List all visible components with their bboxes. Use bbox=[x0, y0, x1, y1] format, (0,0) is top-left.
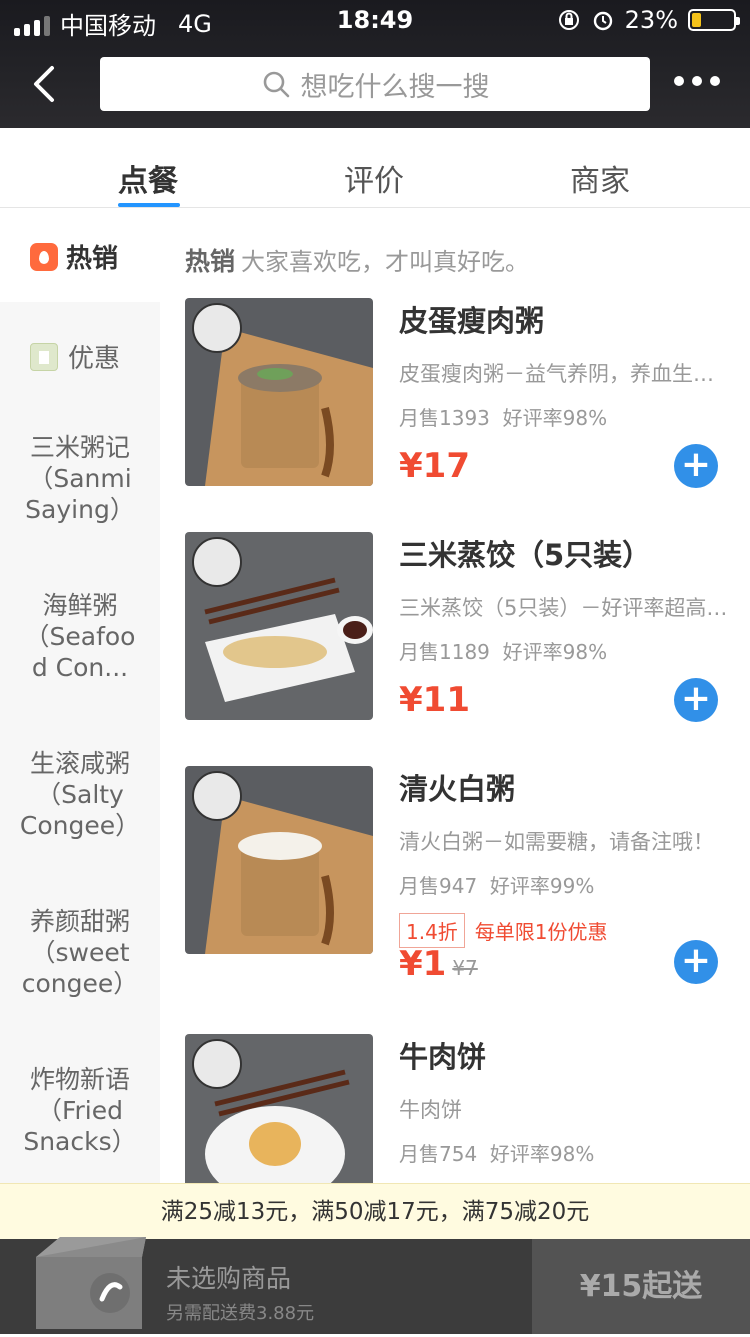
add-to-cart-button[interactable]: + bbox=[674, 678, 718, 722]
monthly-sales: 月售1189 bbox=[399, 640, 490, 664]
product-price: ¥1 bbox=[399, 944, 447, 984]
sidebar-item-label: 优惠 bbox=[68, 344, 121, 374]
search-input[interactable]: 想吃什么搜一搜 bbox=[100, 57, 650, 111]
section-header: 热销 大家喜欢吃，才叫真好吃。 bbox=[185, 242, 529, 278]
product-image bbox=[185, 766, 373, 954]
search-placeholder: 想吃什么搜一搜 bbox=[300, 71, 490, 103]
product-description: 三米蒸饺（5只装）－好评率超高… bbox=[399, 596, 728, 620]
sidebar-item-salty[interactable]: 生滚咸粥 （Salty Congee） bbox=[0, 748, 160, 841]
tab-merchant[interactable]: 商家 bbox=[570, 156, 630, 200]
sidebar-item-sweet[interactable]: 养颜甜粥 （sweet congee） bbox=[0, 906, 160, 999]
min-order-button[interactable]: ¥15起送 bbox=[532, 1239, 750, 1334]
product-item[interactable]: 牛肉饼 牛肉饼 月售754 好评率98% bbox=[185, 1034, 750, 1183]
category-sidebar: 热销 优惠 三米粥记 （Sanmi Saying） 海鲜粥 （Seafoo d … bbox=[0, 208, 160, 1183]
product-image bbox=[185, 298, 373, 486]
sidebar-item-discount[interactable]: 优惠 bbox=[30, 338, 120, 375]
product-item[interactable]: 皮蛋瘦肉粥 皮蛋瘦肉粥－益气养阴，养血生津… 月售1393 好评率98% ¥17… bbox=[185, 298, 750, 488]
back-arrow-icon[interactable] bbox=[26, 60, 66, 108]
discount-icon bbox=[30, 342, 58, 371]
active-tab-indicator bbox=[118, 203, 180, 207]
search-icon bbox=[263, 71, 289, 98]
cart-bar: 未选购商品 另需配送费3.88元 ¥15起送 bbox=[0, 1237, 750, 1334]
monthly-sales: 月售947 bbox=[399, 874, 478, 898]
product-description: 皮蛋瘦肉粥－益气养阴，养血生津… bbox=[399, 362, 729, 386]
delivery-fee-text: 另需配送费3.88元 bbox=[166, 1303, 315, 1324]
add-to-cart-button[interactable]: + bbox=[674, 940, 718, 984]
tab-order[interactable]: 点餐 bbox=[118, 156, 178, 200]
monthly-sales: 月售754 bbox=[399, 1142, 478, 1166]
product-price: ¥17 bbox=[399, 446, 470, 486]
product-description: 清火白粥－如需要糖，请备注哦！ bbox=[399, 830, 714, 854]
status-bar: 中国移动 4G 18:49 23% bbox=[0, 0, 750, 40]
sidebar-item-seafood[interactable]: 海鲜粥 （Seafoo d Con... bbox=[0, 590, 160, 683]
sidebar-item-fried[interactable]: 炸物新语 （Fried Snacks） bbox=[0, 1064, 160, 1157]
product-name: 三米蒸饺（5只装） bbox=[399, 538, 652, 572]
product-price-row: ¥1 ¥7 bbox=[399, 944, 478, 984]
add-to-cart-button[interactable]: + bbox=[674, 444, 718, 488]
sidebar-item-sanmi[interactable]: 三米粥记 （Sanmi Saying） bbox=[0, 432, 160, 525]
orientation-lock-icon bbox=[558, 10, 579, 30]
product-name: 牛肉饼 bbox=[399, 1040, 487, 1074]
product-image bbox=[185, 532, 373, 720]
flame-icon bbox=[30, 242, 58, 271]
top-header: 中国移动 4G 18:49 23% 想吃什么搜一搜 bbox=[0, 0, 750, 128]
sidebar-item-hot[interactable]: 热销 bbox=[0, 208, 160, 302]
product-name: 清火白粥 bbox=[399, 772, 516, 806]
section-subtitle: 大家喜欢吃，才叫真好吃。 bbox=[241, 248, 530, 276]
product-name: 皮蛋瘦肉粥 bbox=[399, 304, 545, 338]
discount-badge: 1.4折 bbox=[399, 913, 465, 948]
rating: 好评率98% bbox=[502, 640, 608, 664]
sidebar-item-label: 热销 bbox=[66, 244, 119, 274]
rating: 好评率98% bbox=[502, 406, 608, 430]
battery-icon bbox=[688, 9, 740, 31]
alarm-icon bbox=[593, 11, 612, 31]
rating: 好评率99% bbox=[489, 874, 595, 898]
tab-reviews[interactable]: 评价 bbox=[344, 156, 404, 200]
product-item[interactable]: 清火白粥 清火白粥－如需要糖，请备注哦！ 月售947 好评率99% 1.4折 每… bbox=[185, 766, 750, 984]
section-title: 热销 bbox=[185, 247, 236, 276]
limit-note: 每单限1份优惠 bbox=[474, 920, 608, 944]
battery-percent: 23% bbox=[624, 6, 678, 34]
monthly-sales: 月售1393 bbox=[399, 406, 490, 430]
product-image bbox=[185, 1034, 373, 1183]
product-item[interactable]: 三米蒸饺（5只装） 三米蒸饺（5只装）－好评率超高… 月售1189 好评率98%… bbox=[185, 532, 750, 722]
tab-bar: 点餐 评价 商家 bbox=[0, 128, 750, 208]
cart-icon[interactable] bbox=[30, 1227, 148, 1337]
product-description: 牛肉饼 bbox=[399, 1098, 462, 1122]
product-price: ¥11 bbox=[399, 680, 470, 720]
more-menu-icon[interactable] bbox=[674, 76, 720, 86]
rating: 好评率98% bbox=[489, 1142, 595, 1166]
cart-empty-text: 未选购商品 bbox=[166, 1264, 292, 1293]
original-price: ¥7 bbox=[452, 956, 478, 980]
